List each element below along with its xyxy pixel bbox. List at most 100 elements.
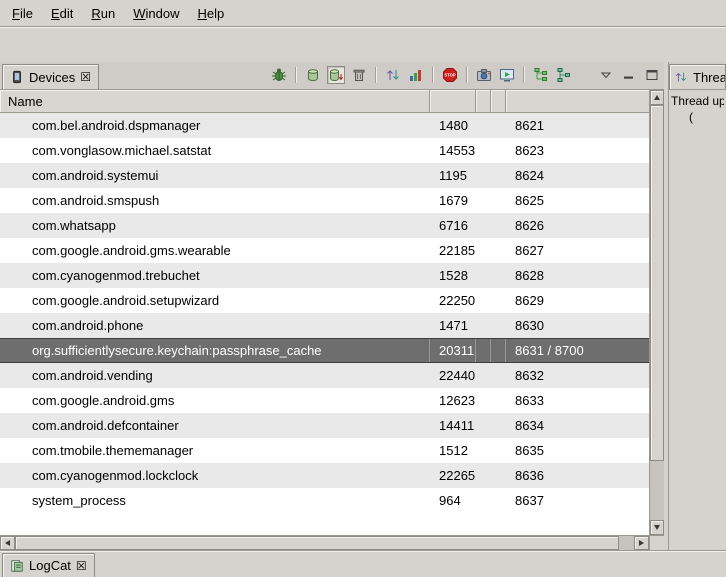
port-cell: 8637 [506, 488, 649, 513]
table-row[interactable]: com.android.vending 22440 8632 [0, 363, 649, 388]
stop-process-icon[interactable]: STOP [441, 66, 459, 84]
close-icon[interactable]: ☒ [76, 560, 87, 572]
scroll-right-button[interactable] [634, 536, 649, 550]
table-row[interactable]: com.android.defcontainer 14411 8634 [0, 413, 649, 438]
view-hierarchy-icon[interactable] [532, 66, 550, 84]
table-header: Name [0, 90, 649, 113]
port-cell: 8633 [506, 388, 649, 413]
table-row[interactable]: com.google.android.gms 12623 8633 [0, 388, 649, 413]
pid-cell: 1679 [430, 188, 476, 213]
minimize-icon[interactable] [620, 66, 638, 84]
port-cell: 8635 [506, 438, 649, 463]
toolbar-separator [432, 67, 434, 83]
menu-item[interactable]: Window [124, 2, 188, 25]
scroll-up-button[interactable] [650, 90, 664, 105]
empty-cell [491, 263, 506, 288]
pid-cell: 20311 [430, 339, 476, 362]
table-row[interactable]: com.android.systemui 1195 8624 [0, 163, 649, 188]
horizontal-scroll-thumb[interactable] [15, 536, 619, 550]
empty-cell [476, 213, 491, 238]
svg-text:STOP: STOP [444, 73, 456, 78]
process-name-cell: com.google.android.setupwizard [0, 288, 430, 313]
empty-cell [476, 413, 491, 438]
tab-threads[interactable]: Threads [669, 64, 726, 89]
table-row[interactable]: com.google.android.gms.wearable 22185 86… [0, 238, 649, 263]
table-row[interactable]: system_process 964 8637 [0, 488, 649, 513]
menu-item[interactable]: Edit [42, 2, 82, 25]
view-menu-icon[interactable] [597, 66, 615, 84]
pid-cell: 1512 [430, 438, 476, 463]
scroll-down-button[interactable] [650, 520, 664, 535]
empty-cell [491, 463, 506, 488]
table-row[interactable]: com.whatsapp 6716 8626 [0, 213, 649, 238]
scroll-left-button[interactable] [0, 536, 15, 550]
threads-tab-bar: Threads [669, 62, 726, 90]
table-row[interactable]: com.cyanogenmod.trebuchet 1528 8628 [0, 263, 649, 288]
column-header-pid [430, 90, 476, 112]
empty-cell [476, 238, 491, 263]
process-name-cell: com.android.systemui [0, 163, 430, 188]
scroll-left-icon [5, 540, 10, 546]
table-row[interactable]: com.tmobile.thememanager 1512 8635 [0, 438, 649, 463]
table-row[interactable]: com.cyanogenmod.lockclock 22265 8636 [0, 463, 649, 488]
cause-gc-icon[interactable] [350, 66, 368, 84]
logcat-icon [10, 559, 24, 573]
screen-capture-icon[interactable] [475, 66, 493, 84]
column-header-name[interactable]: Name [0, 90, 430, 112]
method-profiling-icon[interactable] [407, 66, 425, 84]
vertical-scroll-trough [650, 461, 664, 520]
table-row[interactable]: org.sufficientlysecure.keychain:passphra… [0, 338, 649, 363]
menu-item[interactable]: File [3, 2, 42, 25]
table-row[interactable]: com.vonglasow.michael.satstat 14553 8623 [0, 138, 649, 163]
update-threads-icon[interactable] [384, 66, 402, 84]
process-table: Name com.bel.android.dspmanager 1480 862… [0, 90, 664, 550]
main-toolbar-strip [0, 26, 726, 62]
process-name-cell: com.cyanogenmod.trebuchet [0, 263, 430, 288]
debug-process-icon[interactable] [270, 66, 288, 84]
capture-layers-icon[interactable] [555, 66, 573, 84]
process-name-cell: com.vonglasow.michael.satstat [0, 138, 430, 163]
port-cell: 8623 [506, 138, 649, 163]
empty-cell [491, 363, 506, 388]
table-row[interactable]: com.android.smspush 1679 8625 [0, 188, 649, 213]
port-cell: 8625 [506, 188, 649, 213]
pid-cell: 22265 [430, 463, 476, 488]
empty-cell [491, 413, 506, 438]
threads-icon [674, 70, 688, 84]
threads-panel: Threads Thread up ( [668, 62, 726, 550]
table-row[interactable]: com.google.android.setupwizard 22250 862… [0, 288, 649, 313]
dump-hprof-icon[interactable] [327, 66, 345, 84]
pid-cell: 14411 [430, 413, 476, 438]
empty-cell [476, 388, 491, 413]
thread-message-line: Thread up [671, 93, 724, 109]
menu-item[interactable]: Help [188, 2, 233, 25]
update-heap-icon[interactable] [304, 66, 322, 84]
port-cell: 8632 [506, 363, 649, 388]
column-header-port [506, 90, 649, 112]
table-row[interactable]: com.android.phone 1471 8630 [0, 313, 649, 338]
process-name-cell: com.android.phone [0, 313, 430, 338]
tab-devices-label: Devices [29, 70, 75, 85]
logcat-bar: LogCat ☒ [0, 550, 726, 577]
vertical-scrollbar [649, 90, 664, 535]
empty-cell [491, 138, 506, 163]
pid-cell: 1471 [430, 313, 476, 338]
port-cell: 8627 [506, 238, 649, 263]
vertical-scroll-thumb[interactable] [650, 105, 664, 461]
screen-record-icon[interactable] [498, 66, 516, 84]
tab-logcat[interactable]: LogCat ☒ [2, 553, 95, 577]
maximize-icon[interactable] [643, 66, 661, 84]
empty-cell [476, 339, 491, 362]
table-row[interactable]: com.bel.android.dspmanager 1480 8621 [0, 113, 649, 138]
process-name-cell: system_process [0, 488, 430, 513]
port-cell: 8634 [506, 413, 649, 438]
pid-cell: 22250 [430, 288, 476, 313]
empty-cell [476, 463, 491, 488]
tab-devices[interactable]: Devices ☒ [2, 64, 99, 89]
port-cell: 8628 [506, 263, 649, 288]
menu-item[interactable]: Run [82, 2, 124, 25]
threads-content: Thread up ( [669, 90, 726, 550]
column-header-empty [476, 90, 491, 112]
close-icon[interactable]: ☒ [80, 71, 91, 83]
empty-cell [476, 263, 491, 288]
